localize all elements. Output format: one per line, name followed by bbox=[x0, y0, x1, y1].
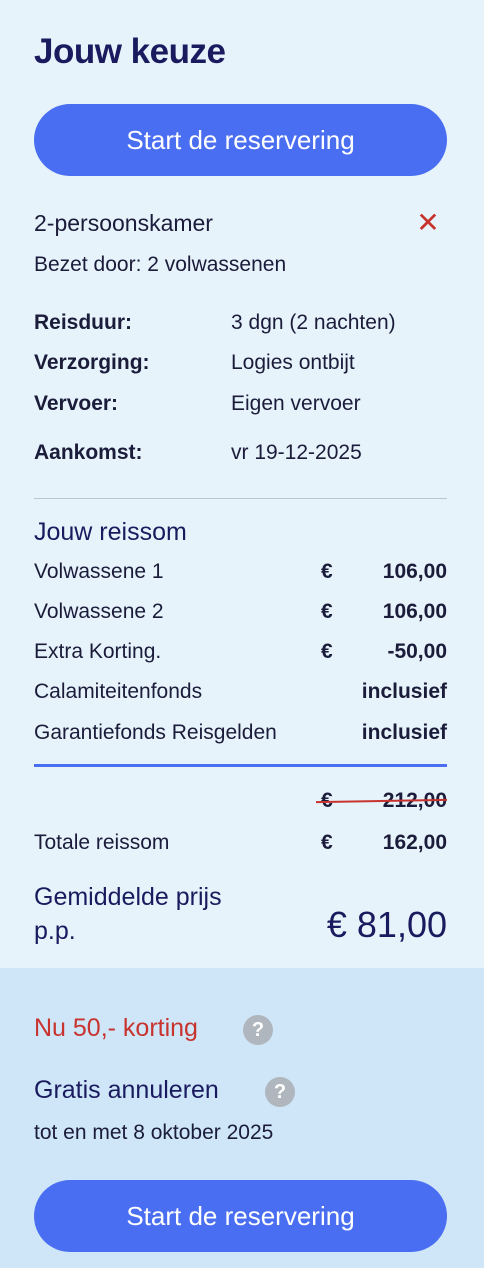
price-row-label: Extra Korting. bbox=[34, 640, 162, 663]
price-row-label: Calamiteitenfonds bbox=[34, 680, 203, 703]
total-currency: € bbox=[321, 831, 333, 854]
price-row-currency: € bbox=[321, 560, 333, 583]
detail-label-board: Verzorging: bbox=[34, 351, 150, 374]
detail-value-duration: 3 dgn (2 nachten) bbox=[231, 311, 396, 334]
free-cancellation-title: Gratis annuleren bbox=[34, 1076, 219, 1104]
detail-label-duration: Reisduur: bbox=[34, 311, 133, 334]
start-reservation-button-bottom[interactable]: Start de reservering bbox=[34, 1180, 447, 1252]
total-divider bbox=[34, 764, 447, 767]
price-row-amount: 106,00 bbox=[382, 600, 447, 623]
close-icon[interactable]: ✕ bbox=[414, 209, 442, 237]
detail-value-transport: Eigen vervoer bbox=[231, 392, 361, 415]
original-price: € 212,00 bbox=[315, 789, 448, 815]
price-row-currency: € bbox=[321, 600, 333, 623]
detail-label-arrival: Aankomst: bbox=[34, 441, 143, 464]
room-occupancy: Bezet door: 2 volwassenen bbox=[34, 253, 287, 276]
divider bbox=[34, 498, 447, 499]
help-icon[interactable]: ? bbox=[243, 1015, 273, 1045]
detail-value-arrival: vr 19-12-2025 bbox=[231, 441, 362, 464]
help-icon[interactable]: ? bbox=[265, 1077, 295, 1107]
detail-label-transport: Vervoer: bbox=[34, 392, 119, 415]
total-amount: 162,00 bbox=[382, 831, 447, 854]
price-row-amount: -50,00 bbox=[387, 640, 447, 663]
price-row-amount: 106,00 bbox=[382, 560, 447, 583]
total-label: Totale reissom bbox=[34, 831, 170, 854]
average-price-label: Gemiddelde prijs p.p. bbox=[34, 883, 222, 945]
booking-summary-panel: Jouw keuze Start de reservering 2-persoo… bbox=[0, 0, 484, 1268]
room-name: 2-persoonskamer bbox=[34, 210, 213, 236]
detail-value-board: Logies ontbijt bbox=[231, 351, 355, 374]
average-price-value: € 81,00 bbox=[326, 904, 447, 945]
start-reservation-button-top[interactable]: Start de reservering bbox=[34, 104, 447, 176]
free-cancellation-until: tot en met 8 oktober 2025 bbox=[34, 1121, 274, 1144]
discount-text: Nu 50,- korting bbox=[34, 1014, 198, 1042]
price-row-label: Garantiefonds Reisgelden bbox=[34, 721, 277, 744]
price-row-currency: € bbox=[321, 640, 333, 663]
price-row-amount: inclusief bbox=[361, 680, 447, 703]
price-row-amount: inclusief bbox=[361, 721, 447, 744]
price-row-label: Volwassene 1 bbox=[34, 560, 164, 583]
price-row-label: Volwassene 2 bbox=[34, 600, 164, 623]
price-section-title: Jouw reissom bbox=[34, 518, 187, 546]
summary-section: Jouw keuze Start de reservering 2-persoo… bbox=[0, 0, 484, 968]
page-title: Jouw keuze bbox=[34, 32, 226, 71]
